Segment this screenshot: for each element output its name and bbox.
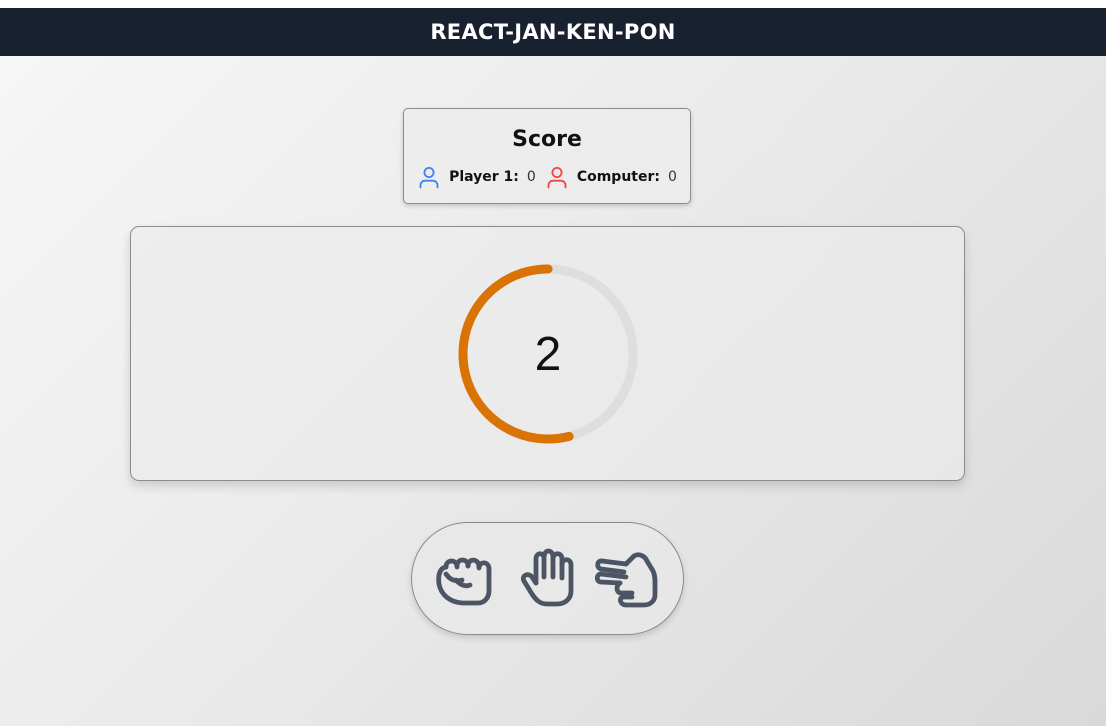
- open-hand-icon: [520, 548, 574, 607]
- score-title: Score: [512, 127, 582, 152]
- rock-button[interactable]: [434, 547, 500, 611]
- computer-label: Computer:: [576, 169, 660, 185]
- player-label: Player 1:: [449, 169, 519, 185]
- score-row: Player 1: 0 Computer: 0: [404, 165, 690, 189]
- fist-icon: [436, 557, 492, 606]
- score-card: Score Player 1: 0 Computer: 0: [403, 108, 691, 204]
- paper-button[interactable]: [516, 547, 582, 611]
- app-header: REACT-JAN-KEN-PON: [0, 8, 1106, 56]
- countdown-number: 2: [534, 327, 562, 381]
- choice-bar: [411, 522, 684, 635]
- player-user-icon: [419, 167, 439, 189]
- countdown-panel: 2: [130, 226, 965, 481]
- scissors-hand-icon: [594, 552, 658, 608]
- app-title: REACT-JAN-KEN-PON: [430, 20, 676, 44]
- computer-score: Computer: 0: [545, 165, 677, 189]
- computer-score-value: 0: [668, 169, 677, 185]
- player-score-value: 0: [526, 169, 536, 185]
- computer-user-icon: [547, 167, 567, 189]
- player-score: Player 1: 0: [417, 165, 536, 189]
- scissors-button[interactable]: [594, 547, 660, 611]
- top-strip: [0, 0, 1106, 8]
